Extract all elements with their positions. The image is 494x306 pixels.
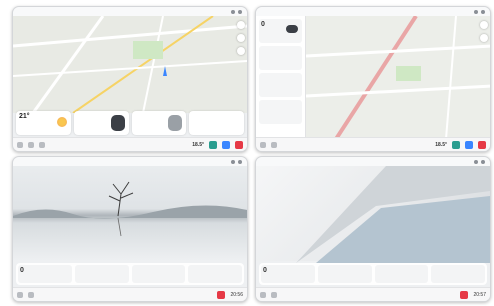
app-red-icon[interactable]: [217, 290, 226, 299]
app-red-icon[interactable]: [478, 140, 486, 149]
map-roads: [13, 15, 247, 114]
dock: 18.5°: [256, 137, 490, 151]
fan-icon[interactable]: [271, 141, 277, 148]
home-icon[interactable]: [260, 141, 266, 148]
dock: 18.5°: [13, 137, 247, 151]
map-view[interactable]: [13, 15, 247, 114]
speed-value: 0: [20, 267, 24, 274]
dock: 20:56: [13, 287, 247, 301]
zoom-out-button[interactable]: [480, 34, 488, 42]
car-ui-screen-architecture: 0 20:57: [255, 156, 491, 302]
wifi-icon: [231, 9, 235, 14]
sun-icon: [56, 117, 67, 127]
clock: 20:56: [230, 291, 243, 298]
speed-tile[interactable]: 0: [18, 265, 72, 283]
seat-item[interactable]: [259, 73, 302, 97]
app-blue-icon[interactable]: [222, 140, 230, 149]
signal-icon: [238, 9, 242, 14]
wifi-icon: [231, 159, 235, 164]
arch-image: [296, 166, 490, 263]
screenshot-grid: 21° 18.5° 0 18.5° 0 20:56 0 20:57: [0, 0, 494, 306]
map-roads: [305, 14, 490, 141]
map-controls: [237, 21, 245, 55]
app-red-icon[interactable]: [460, 290, 469, 299]
home-icon[interactable]: [260, 291, 266, 298]
zoom-out-button[interactable]: [237, 34, 245, 42]
signal-icon: [481, 159, 485, 164]
car-ui-screen-map: 21° 18.5°: [12, 6, 248, 152]
side-panel: 0: [256, 16, 306, 137]
widget-bar: 0: [259, 263, 487, 285]
status-bar: [256, 157, 490, 166]
lake-wallpaper: [13, 166, 247, 261]
widget-cards: 21°: [16, 111, 244, 135]
calendar-tile[interactable]: [374, 265, 429, 283]
fan-icon[interactable]: [28, 141, 34, 148]
architecture-wallpaper: [256, 166, 490, 263]
signal-icon: [481, 9, 485, 14]
zoom-in-button[interactable]: [480, 21, 488, 29]
dock: 20:57: [256, 287, 490, 301]
wifi-icon: [474, 159, 478, 164]
car-icon: [286, 25, 298, 33]
app-blue-icon[interactable]: [465, 140, 473, 149]
home-icon[interactable]: [17, 291, 23, 298]
weather-tile[interactable]: [431, 265, 485, 283]
media-item[interactable]: [259, 46, 302, 70]
media-card[interactable]: [131, 111, 187, 135]
fan-icon[interactable]: [271, 291, 277, 298]
clock: 20:57: [473, 291, 486, 298]
cabin-temp[interactable]: 18.5°: [435, 142, 447, 148]
car-ui-screen-sidepanel: 0 18.5°: [255, 6, 491, 152]
energy-card[interactable]: [189, 111, 244, 135]
status-bar: [13, 157, 247, 166]
app-green-icon[interactable]: [452, 140, 460, 149]
signal-icon: [238, 159, 242, 164]
media-tile[interactable]: [317, 265, 372, 283]
weather-tile[interactable]: [188, 265, 242, 283]
wifi-icon: [474, 9, 478, 14]
speed-tile[interactable]: 0: [261, 265, 315, 283]
tree-image: [13, 181, 247, 237]
car-top-icon: [168, 115, 183, 131]
cabin-temp[interactable]: 18.5°: [192, 142, 204, 148]
media-tile[interactable]: [74, 265, 129, 283]
vehicle-card[interactable]: [73, 111, 129, 135]
calendar-tile[interactable]: [131, 265, 186, 283]
weather-card[interactable]: 21°: [16, 111, 71, 135]
app-green-icon[interactable]: [209, 140, 217, 149]
zoom-in-button[interactable]: [237, 21, 245, 29]
compass-button[interactable]: [237, 47, 245, 55]
map-controls: [480, 21, 488, 42]
status-bar: [256, 7, 490, 16]
driver-item[interactable]: [259, 100, 302, 124]
fan-icon[interactable]: [28, 291, 34, 298]
home-icon[interactable]: [17, 141, 23, 148]
car-ui-screen-lake: 0 20:56: [12, 156, 248, 302]
widget-bar: 0: [16, 263, 244, 285]
seat-icon[interactable]: [39, 141, 45, 148]
app-red-icon[interactable]: [235, 140, 243, 149]
speed-value: 0: [263, 267, 267, 274]
car-icon: [110, 115, 125, 131]
map-view[interactable]: [305, 14, 490, 141]
status-bar: [13, 7, 247, 16]
speed-item[interactable]: 0: [259, 19, 302, 43]
